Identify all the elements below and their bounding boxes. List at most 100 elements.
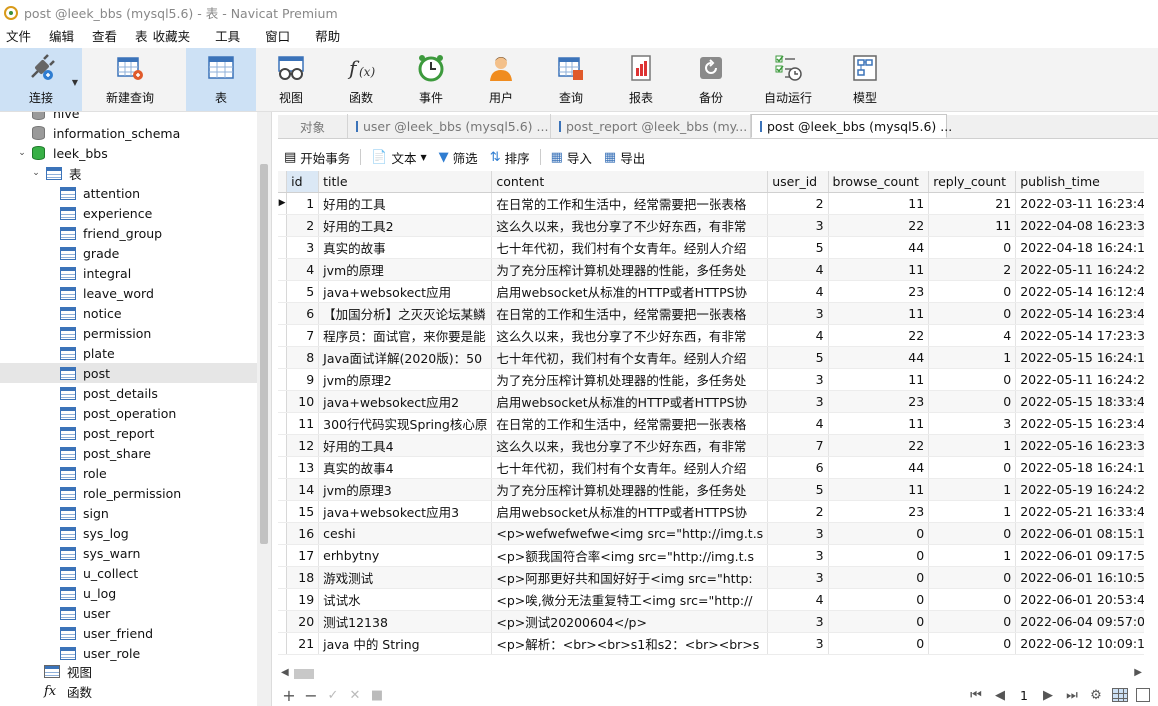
cell-reply-count[interactable]: 0 [928, 302, 1017, 325]
cell-browse-count[interactable]: 11 [828, 258, 930, 281]
stop-icon[interactable]: ■ [366, 688, 388, 703]
cell-title[interactable]: 好用的工具2 [318, 214, 493, 237]
cell-user-id[interactable]: 3 [767, 632, 829, 655]
cell-user-id[interactable]: 3 [767, 390, 829, 413]
table-row[interactable]: 5 java+websokect应用 启用websocket从标准的HTTP或者HT… [278, 280, 1158, 303]
import-button[interactable]: ▦ 导入 [545, 146, 598, 168]
delete-record-icon[interactable]: − [300, 686, 322, 705]
cell-publish-time[interactable]: 2022-05-11 16:24:21 [1015, 368, 1158, 391]
first-page-icon[interactable]: ⏮ [964, 688, 988, 703]
row-indicator[interactable] [278, 346, 288, 369]
report-button[interactable]: 报表 [606, 48, 676, 111]
begin-transaction-button[interactable]: ▤ 开始事务 [278, 146, 356, 168]
cell-reply-count[interactable]: 4 [928, 324, 1017, 347]
table-row[interactable]: 21 java 中的 String <p>解析：<br><br>s1和s2：<br>… [278, 632, 1158, 655]
cell-user-id[interactable]: 4 [767, 280, 829, 303]
cell-browse-count[interactable]: 11 [828, 302, 930, 325]
cell-reply-count[interactable]: 1 [928, 434, 1017, 457]
column-header-publish-time[interactable]: publish_time [1015, 171, 1158, 193]
cell-browse-count[interactable]: 11 [828, 478, 930, 501]
cell-browse-count[interactable]: 11 [828, 192, 930, 215]
chevron-down-icon[interactable]: ▼ [72, 78, 78, 87]
tree-item-table[interactable]: experience [0, 203, 258, 223]
row-indicator[interactable] [278, 412, 288, 435]
cell-user-id[interactable]: 2 [767, 500, 829, 523]
cell-publish-time[interactable]: 2022-05-14 17:23:30 [1015, 324, 1158, 347]
cell-title[interactable]: 好用的工具4 [318, 434, 493, 457]
tree-item-table[interactable]: user [0, 603, 258, 623]
model-button[interactable]: 模型 [830, 48, 900, 111]
row-indicator[interactable] [278, 434, 288, 457]
row-indicator[interactable] [278, 368, 288, 391]
cell-publish-time[interactable]: 2022-04-18 16:24:11 [1015, 236, 1158, 259]
cell-id[interactable]: 8 [286, 346, 320, 369]
add-record-icon[interactable]: + [278, 686, 300, 705]
tree-item-information-schema[interactable]: information_schema [0, 123, 258, 143]
tree-item-table[interactable]: notice [0, 303, 258, 323]
menu-edit[interactable]: 编辑 [40, 25, 83, 48]
table-row[interactable]: 16 ceshi <p>wefwefwefwe<img src="http://im… [278, 522, 1158, 545]
cell-user-id[interactable]: 3 [767, 368, 829, 391]
cell-user-id[interactable]: 3 [767, 544, 829, 567]
cell-user-id[interactable]: 4 [767, 412, 829, 435]
table-row[interactable]: 6 【加国分析】之灭灭论坛某鳞 在日常的工作和生活中，经常需要把一张表格 3 11 0 20… [278, 302, 1158, 325]
cell-browse-count[interactable]: 44 [828, 346, 930, 369]
new-query-button[interactable]: 新建查询 [82, 48, 178, 111]
row-indicator[interactable] [278, 478, 288, 501]
backup-button[interactable]: 备份 [676, 48, 746, 111]
cell-content[interactable]: 为了充分压榨计算机处理器的性能，多任务处 [491, 478, 769, 501]
tree-item-hive[interactable]: hive [0, 112, 258, 123]
cell-title[interactable]: 程序员：面试官，来你要是能 [318, 324, 493, 347]
cell-reply-count[interactable]: 0 [928, 456, 1017, 479]
cell-content[interactable]: <p>测试20200604</p> [491, 610, 769, 633]
table-row[interactable]: 17 erhbytny <p>额我国符合率<img src="http://img.… [278, 544, 1158, 567]
tab-objects[interactable]: 对象 [278, 114, 348, 138]
cell-reply-count[interactable]: 0 [928, 390, 1017, 413]
cell-content[interactable]: 启用websocket从标准的HTTP或者HTTPS协 [491, 280, 769, 303]
row-indicator[interactable] [278, 566, 288, 589]
cell-browse-count[interactable]: 23 [828, 390, 930, 413]
cell-browse-count[interactable]: 23 [828, 500, 930, 523]
table-row[interactable]: 2 好用的工具2 这么久以来，我也分享了不少好东西，有非常 3 22 11 2022-04-… [278, 214, 1158, 237]
cell-id[interactable]: 21 [286, 632, 320, 655]
cell-title[interactable]: java 中的 String [318, 632, 493, 655]
last-page-icon[interactable]: ⏭ [1060, 688, 1084, 703]
query-button[interactable]: 查询 [536, 48, 606, 111]
filter-button[interactable]: ▼ 筛选 [433, 146, 484, 168]
cell-id[interactable]: 19 [286, 588, 320, 611]
row-indicator[interactable] [278, 588, 288, 611]
cell-browse-count[interactable]: 0 [828, 632, 930, 655]
cell-reply-count[interactable]: 0 [928, 610, 1017, 633]
tree-item-leek-bbs[interactable]: ⌄ leek_bbs [0, 143, 258, 163]
column-header-reply-count[interactable]: reply_count [928, 171, 1017, 193]
tree-item-table[interactable]: sys_log [0, 523, 258, 543]
table-row[interactable]: 4 jvm的原理 为了充分压榨计算机处理器的性能，多任务处 4 11 2 2022-05-1… [278, 258, 1158, 281]
cell-title[interactable]: jvm的原理 [318, 258, 493, 281]
table-row[interactable]: 7 程序员：面试官，来你要是能 这么久以来，我也分享了不少好东西，有非常 4 22 4 20… [278, 324, 1158, 347]
tree-item-table[interactable]: role_permission [0, 483, 258, 503]
row-indicator[interactable] [278, 456, 288, 479]
cell-reply-count[interactable]: 0 [928, 368, 1017, 391]
cell-content[interactable]: <p>wefwefwefwe<img src="http://img.t.s [491, 522, 769, 545]
tree-item-table[interactable]: u_collect [0, 563, 258, 583]
cell-user-id[interactable]: 3 [767, 522, 829, 545]
menu-window[interactable]: 窗口 [256, 25, 306, 48]
cell-publish-time[interactable]: 2022-05-15 16:24:11 [1015, 346, 1158, 369]
row-indicator[interactable] [278, 236, 288, 259]
cell-id[interactable]: 10 [286, 390, 320, 413]
cell-browse-count[interactable]: 11 [828, 368, 930, 391]
cell-title[interactable]: 试试水 [318, 588, 493, 611]
tree-item-table[interactable]: plate [0, 343, 258, 363]
cell-reply-count[interactable]: 0 [928, 280, 1017, 303]
discard-x-icon[interactable]: ✕ [344, 688, 366, 703]
column-header-title[interactable]: title [318, 171, 493, 193]
cell-user-id[interactable]: 4 [767, 588, 829, 611]
menu-view[interactable]: 查看 [83, 25, 126, 48]
scroll-left-icon[interactable]: ◀ [281, 667, 289, 678]
sidebar-scrollbar[interactable] [257, 112, 271, 706]
grid-horizontal-scrollbar[interactable]: ◀ ▶ [278, 666, 1144, 682]
tree-item-views[interactable]: 视图 [0, 661, 258, 681]
cell-title[interactable]: jvm的原理3 [318, 478, 493, 501]
tree-item-table[interactable]: friend_group [0, 223, 258, 243]
cell-title[interactable]: 【加国分析】之灭灭论坛某鳞 [318, 302, 493, 325]
